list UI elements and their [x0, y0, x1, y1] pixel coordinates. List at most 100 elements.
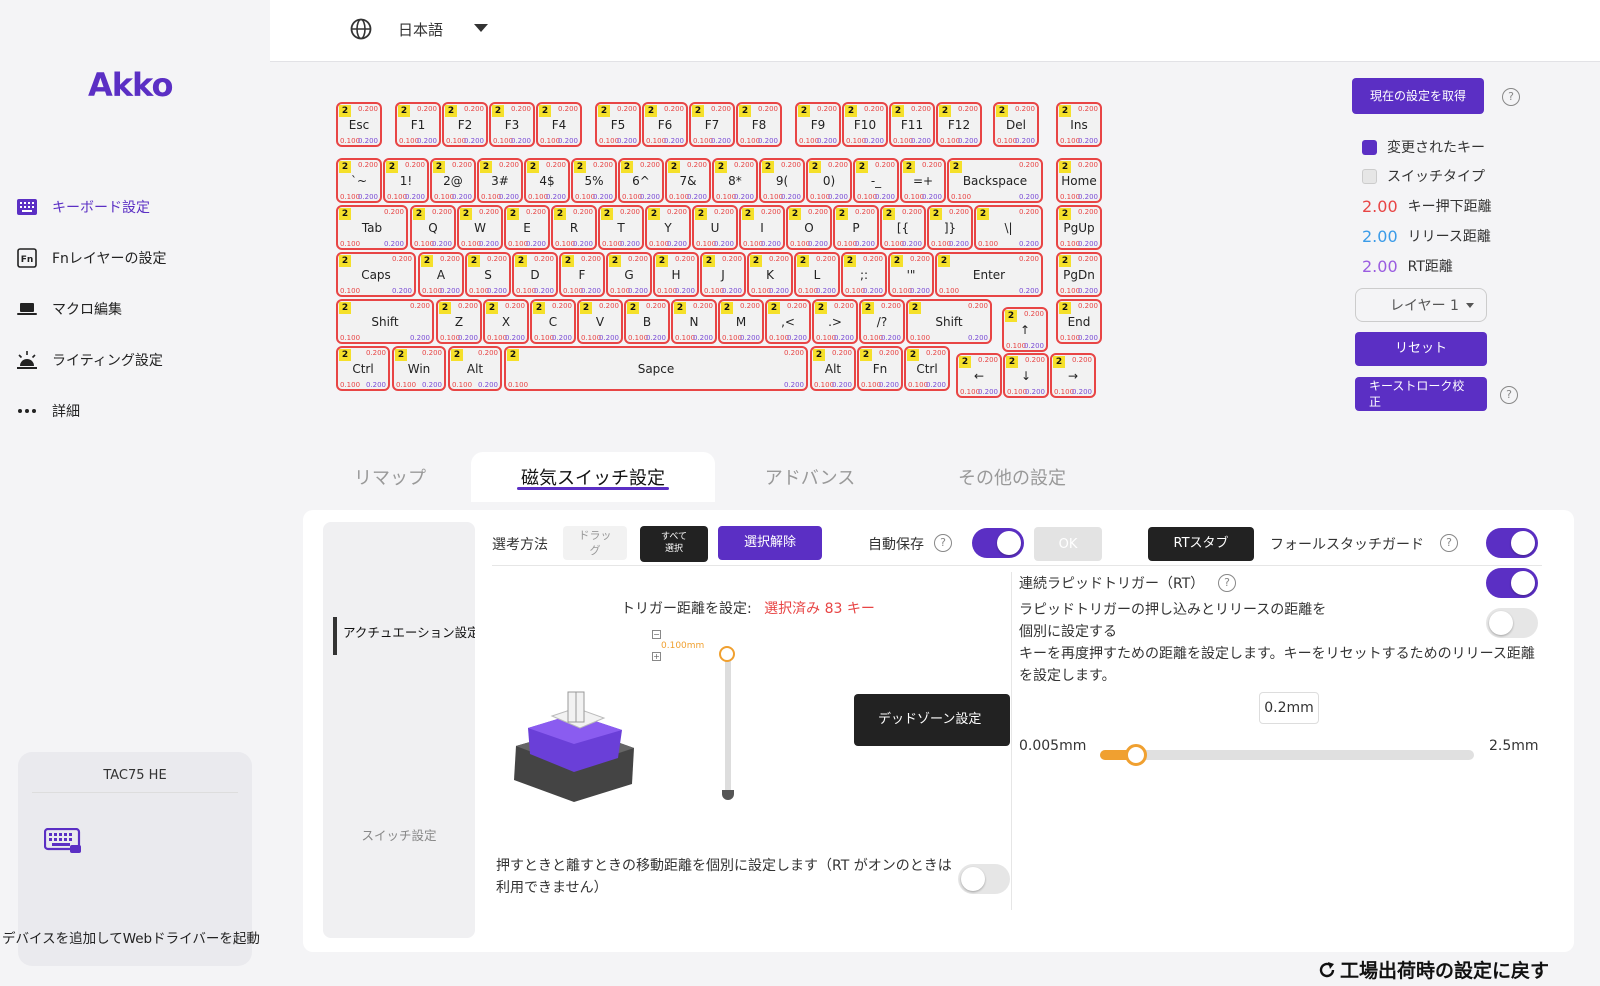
key[interactable]: 2 0.200 1! 0.100 0.200 [383, 158, 429, 203]
key[interactable]: 2 0.200 I 0.100 0.200 [739, 205, 785, 250]
help-icon[interactable]: ? [1440, 534, 1458, 552]
key[interactable]: 2 0.200 Shift 0.100 0.200 [336, 299, 434, 344]
key[interactable]: 2 0.200 F5 0.100 0.200 [595, 102, 641, 147]
ok-button[interactable]: OK [1034, 527, 1102, 561]
key[interactable]: 2 0.200 '" 0.100 0.200 [888, 252, 934, 297]
dead-zone-button[interactable]: デッドゾーン設定 [854, 694, 1010, 746]
key[interactable]: 2 0.200 H 0.100 0.200 [653, 252, 699, 297]
key[interactable]: 2 0.200 Fn 0.100 0.200 [857, 346, 903, 391]
sidebar-item-details[interactable]: 詳細 [16, 396, 80, 426]
tab-other-settings[interactable]: その他の設定 [940, 452, 1084, 502]
key[interactable]: 2 0.200 ,< 0.100 0.200 [765, 299, 811, 344]
key[interactable]: 2 0.200 7& 0.100 0.200 [665, 158, 711, 203]
key[interactable]: 2 0.200 F12 0.100 0.200 [936, 102, 982, 147]
key[interactable]: 2 0.200 C 0.100 0.200 [530, 299, 576, 344]
help-icon[interactable]: ? [934, 534, 952, 552]
key[interactable]: 2 0.200 T 0.100 0.200 [598, 205, 644, 250]
rt-separate-toggle[interactable] [1486, 608, 1538, 638]
key[interactable]: 2 0.200 4$ 0.100 0.200 [524, 158, 570, 203]
key[interactable]: 2 0.200 F7 0.100 0.200 [689, 102, 735, 147]
tab-magnetic-switch[interactable]: 磁気スイッチ設定 [471, 452, 715, 502]
help-icon[interactable]: ? [1500, 386, 1518, 404]
key[interactable]: 2 0.200 N 0.100 0.200 [671, 299, 717, 344]
key[interactable]: 2 0.200 F6 0.100 0.200 [642, 102, 688, 147]
rt-slider-track[interactable] [1100, 750, 1474, 760]
key[interactable]: 2 0.200 .> 0.100 0.200 [812, 299, 858, 344]
key[interactable]: 2 0.200 Del 0.100 0.200 [993, 102, 1039, 147]
reset-button[interactable]: リセット [1355, 332, 1487, 366]
key[interactable]: 2 0.200 B 0.100 0.200 [624, 299, 670, 344]
sidebar-item-macro[interactable]: マクロ編集 [16, 294, 122, 324]
key[interactable]: 2 0.200 O 0.100 0.200 [786, 205, 832, 250]
key[interactable]: 2 0.200 J 0.100 0.200 [700, 252, 746, 297]
key[interactable]: 2 0.200 F4 0.100 0.200 [536, 102, 582, 147]
key[interactable]: 2 0.200 Sapce 0.100 0.200 [504, 346, 808, 391]
key[interactable]: 2 0.200 M 0.100 0.200 [718, 299, 764, 344]
key[interactable]: 2 0.200 F8 0.100 0.200 [736, 102, 782, 147]
key[interactable]: 2 0.200 0) 0.100 0.200 [806, 158, 852, 203]
key[interactable]: 2 0.200 ↓ 0.100 0.200 [1003, 353, 1049, 398]
key[interactable]: 2 0.200 Y 0.100 0.200 [645, 205, 691, 250]
key[interactable]: 2 0.200 Caps 0.100 0.200 [336, 252, 416, 297]
key[interactable]: 2 0.200 Ctrl 0.100 0.200 [904, 346, 950, 391]
help-icon[interactable]: ? [1218, 574, 1236, 592]
false-touch-toggle[interactable] [1486, 528, 1538, 558]
key[interactable]: 2 0.200 X 0.100 0.200 [483, 299, 529, 344]
key[interactable]: 2 0.200 F9 0.100 0.200 [795, 102, 841, 147]
key[interactable]: 2 0.200 Ctrl 0.100 0.200 [336, 346, 390, 391]
key[interactable]: 2 0.200 5% 0.100 0.200 [571, 158, 617, 203]
key[interactable]: 2 0.200 Q 0.100 0.200 [410, 205, 456, 250]
key[interactable]: 2 0.200 Backspace 0.100 0.200 [947, 158, 1043, 203]
side-menu-switch[interactable]: スイッチ設定 [323, 825, 475, 844]
sidebar-item-fn-layer[interactable]: Fn Fnレイヤーの設定 [16, 243, 167, 273]
key[interactable]: 2 0.200 6^ 0.100 0.200 [618, 158, 664, 203]
key[interactable]: 2 0.200 U 0.100 0.200 [692, 205, 738, 250]
key[interactable]: 2 0.200 `~ 0.100 0.200 [336, 158, 382, 203]
key[interactable]: 2 0.200 Z 0.100 0.200 [436, 299, 482, 344]
key[interactable]: 2 0.200 P 0.100 0.200 [833, 205, 879, 250]
chevron-down-icon[interactable] [474, 24, 488, 32]
key[interactable]: 2 0.200]} 0.100 0.200 [927, 205, 973, 250]
key[interactable]: 2 0.200/? 0.100 0.200 [859, 299, 905, 344]
select-all-button[interactable]: すべて選択 [640, 526, 708, 562]
trigger-slider-knob[interactable] [719, 645, 735, 662]
key[interactable]: 2 0.200 =+ 0.100 0.200 [900, 158, 946, 203]
factory-reset-link[interactable]: 工場出荷時の設定に戻す [1318, 956, 1549, 983]
key[interactable]: 2 0.200 F11 0.100 0.200 [889, 102, 935, 147]
key[interactable]: 2 0.200 E 0.100 0.200 [504, 205, 550, 250]
key[interactable]: 2 0.200 F3 0.100 0.200 [489, 102, 535, 147]
key[interactable]: 2 0.200 Ins 0.100 0.200 [1056, 102, 1102, 147]
key[interactable]: 2 0.200 D 0.100 0.200 [512, 252, 558, 297]
layer-select[interactable]: レイヤー 1 [1355, 288, 1487, 322]
key[interactable]: 2 0.200 G 0.100 0.200 [606, 252, 652, 297]
rt-tab-button[interactable]: RTスタブ [1148, 527, 1254, 561]
calibrate-button[interactable]: キーストローク校正 [1355, 377, 1487, 411]
side-menu-actuation[interactable]: アクチュエーション設定 [343, 622, 475, 641]
separate-travel-toggle[interactable] [958, 864, 1010, 894]
key[interactable]: 2 0.200 Tab 0.100 0.200 [336, 205, 408, 250]
sidebar-item-lighting[interactable]: ライティング設定 [16, 345, 163, 375]
key[interactable]: 2 0.200 Enter 0.100 0.200 [935, 252, 1043, 297]
globe-icon[interactable] [350, 18, 372, 44]
rt-value-input[interactable]: 0.2mm [1259, 692, 1319, 724]
key[interactable]: 2 0.200 F 0.100 0.200 [559, 252, 605, 297]
key[interactable]: 2 0.200 Home 0.100 0.200 [1056, 158, 1102, 203]
trigger-slider-track[interactable] [725, 648, 731, 798]
key[interactable]: 2 0.200 Alt 0.100 0.200 [810, 346, 856, 391]
key[interactable]: 2 0.200 F10 0.100 0.200 [842, 102, 888, 147]
key[interactable]: 2 0.200;: 0.100 0.200 [841, 252, 887, 297]
key[interactable]: 2 0.200 F2 0.100 0.200 [442, 102, 488, 147]
key[interactable]: 2 0.200 PgDn 0.100 0.200 [1056, 252, 1102, 297]
tab-advanced[interactable]: アドバンス [748, 452, 872, 502]
continuous-rt-toggle[interactable] [1486, 568, 1538, 598]
key[interactable]: 2 0.200 ← 0.100 0.200 [956, 353, 1002, 398]
key[interactable]: 2 0.200 -_ 0.100 0.200 [853, 158, 899, 203]
sidebar-item-keyboard-settings[interactable]: キーボード設定 [16, 192, 150, 222]
key[interactable]: 2 0.200 → 0.100 0.200 [1050, 353, 1096, 398]
key[interactable]: 2 0.200 8* 0.100 0.200 [712, 158, 758, 203]
get-current-settings-button[interactable]: 現在の設定を取得 [1352, 78, 1484, 114]
minus-icon[interactable]: − [652, 630, 661, 639]
language-select[interactable]: 日本語 [398, 19, 443, 40]
key[interactable]: 2 0.200 Esc 0.100 0.200 [336, 102, 382, 147]
key[interactable]: 2 0.200 A 0.100 0.200 [418, 252, 464, 297]
